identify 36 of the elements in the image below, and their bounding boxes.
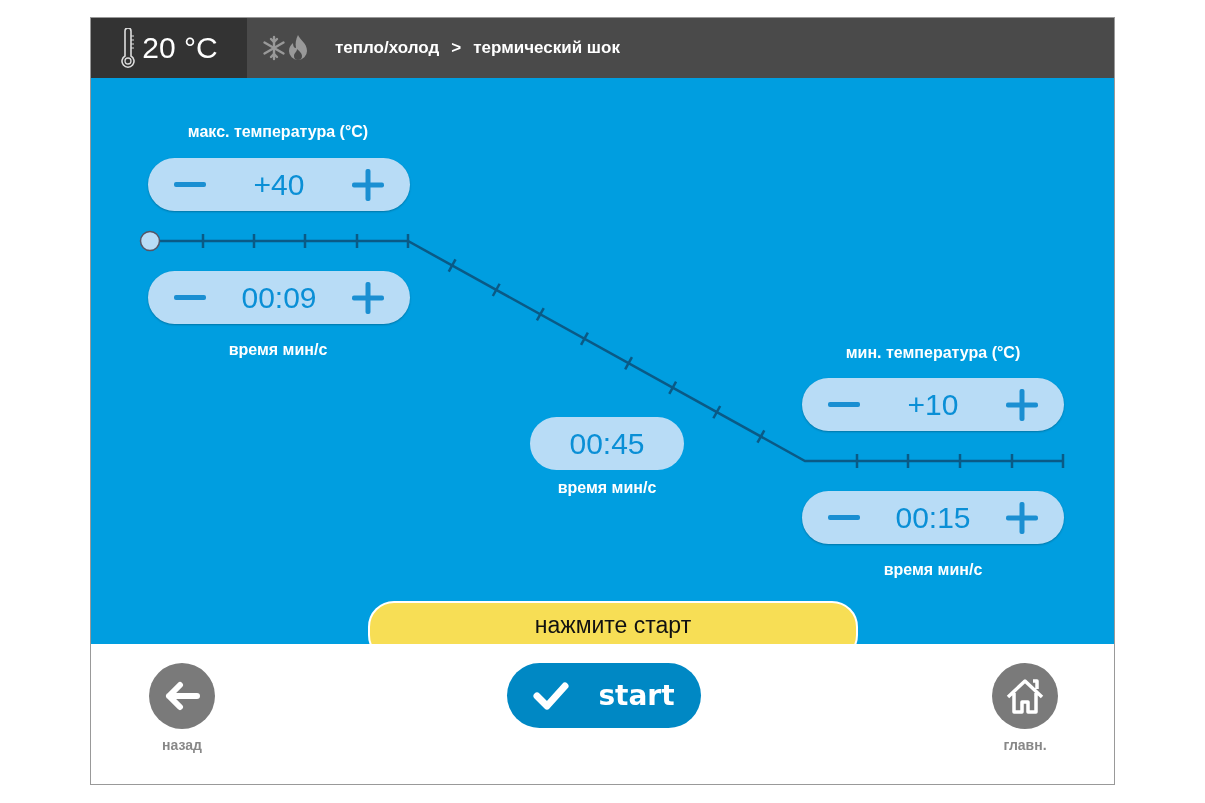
room-temperature: 20 °C [142,31,218,65]
house-icon [1005,677,1045,715]
breadcrumb-item: > [451,38,462,58]
left-arrow-icon [163,681,201,711]
plus-icon [352,281,384,314]
hint-banner: нажмите старт [368,601,858,644]
thermometer-icon [120,28,137,68]
minus-icon [828,401,860,408]
field-label: макс. температура (°C) [187,123,369,141]
stepper-value: 00:09 [241,280,317,315]
ramp-time-display: 00:45 [530,417,684,470]
breadcrumb-item: тепло/холод [335,38,440,58]
minus-icon [174,181,206,188]
minus-icon [174,294,206,301]
plus-icon [352,168,384,201]
stepper-value: 00:15 [895,500,971,535]
value-stepper[interactable]: 00:09 [148,271,410,324]
plus-icon [1006,388,1038,421]
checkmark-icon [532,680,571,711]
field-label: время мин/с [228,341,328,359]
breadcrumb-item: термический шок [473,38,620,58]
start-button[interactable]: start [506,663,701,728]
snowflake-icon [261,35,287,61]
value-stepper[interactable]: +40 [148,158,410,211]
flame-icon [287,34,309,62]
home-label: главн. [1003,737,1047,753]
stepper-value: +10 [907,387,959,422]
value-stepper[interactable]: +10 [802,378,1064,431]
back-label: назад [162,737,202,753]
stepper-value: +40 [253,167,305,202]
field-label: время мин/с [883,561,983,579]
minus-icon [828,514,860,521]
field-label: мин. температура (°C) [845,344,1021,362]
value-stepper[interactable]: 00:15 [802,491,1064,544]
plus-icon [1006,501,1038,534]
field-label: время мин/с [557,479,657,497]
